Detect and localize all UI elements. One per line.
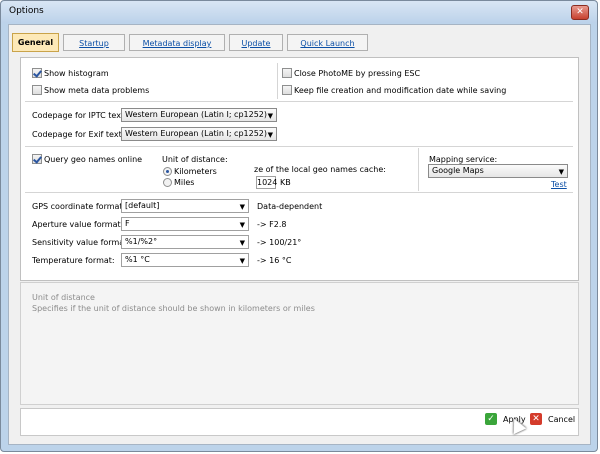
checkmark-icon: ✓ [485, 413, 497, 425]
checkbox-divider [277, 63, 278, 99]
query-geo-checkbox[interactable] [32, 154, 42, 164]
separator [25, 101, 573, 102]
show-histogram-label: Show histogram [44, 69, 109, 78]
aperture-format-value: F [125, 219, 130, 228]
iptc-codepage-label: Codepage for IPTC text: [32, 111, 127, 120]
tab-quick-launch-buttons[interactable]: Quick Launch Buttons [287, 34, 368, 65]
help-title: Unit of distance [32, 293, 95, 302]
geo-cache-unit: KB [280, 178, 291, 187]
temperature-format-value: %1 °C [125, 255, 150, 264]
miles-radio[interactable] [163, 178, 172, 187]
kilometers-radio[interactable] [163, 167, 172, 176]
iptc-codepage-select[interactable]: Western European (Latin I; cp1252) ▼ [121, 108, 277, 122]
temperature-format-select[interactable]: %1 °C ▼ [121, 253, 249, 267]
test-link[interactable]: Test [551, 180, 567, 189]
gps-format-value: [default] [125, 201, 160, 210]
tab-update-check[interactable]: Update check [229, 34, 283, 65]
mapping-service-value: Google Maps [432, 166, 484, 175]
mapping-service-label: Mapping service: [429, 155, 498, 164]
show-histogram-checkbox[interactable] [32, 68, 42, 78]
separator [25, 146, 573, 147]
miles-label: Miles [174, 178, 195, 187]
window-title: Options [9, 6, 44, 16]
aperture-format-preview: -> F2.8 [257, 220, 287, 229]
show-meta-problems-label: Show meta data problems [44, 86, 150, 95]
exif-codepage-label: Codepage for Exif text: [32, 130, 125, 139]
chevron-down-icon: ▼ [558, 168, 564, 176]
mapping-divider [418, 148, 419, 191]
tab-general[interactable]: General [12, 33, 59, 52]
unit-of-distance-label: Unit of distance: [162, 155, 228, 164]
sensitivity-format-select[interactable]: %1/%2° ▼ [121, 235, 249, 249]
keep-dates-checkbox[interactable] [282, 85, 292, 95]
chevron-down-icon: ▼ [239, 203, 245, 211]
gps-format-select[interactable]: [default] ▼ [121, 199, 249, 213]
sensitivity-format-label: Sensitivity value format: [32, 238, 130, 247]
chevron-down-icon: ▼ [267, 131, 273, 139]
chevron-down-icon: ▼ [239, 221, 245, 229]
cancel-icon: ✕ [530, 413, 542, 425]
title-bar[interactable]: Options ✕ [1, 1, 597, 23]
exif-codepage-value: Western European (Latin I; cp1252) [125, 129, 268, 138]
chevron-down-icon: ▼ [239, 257, 245, 265]
close-esc-checkbox[interactable] [282, 68, 292, 78]
chevron-down-icon: ▼ [239, 239, 245, 247]
temperature-format-preview: -> 16 °C [257, 256, 292, 265]
exif-codepage-select[interactable]: Western European (Latin I; cp1252) ▼ [121, 127, 277, 141]
separator [25, 192, 573, 193]
tab-metadata-display-settings[interactable]: Metadata display settings [129, 34, 225, 65]
aperture-format-label: Aperture value format: [32, 220, 124, 229]
chevron-down-icon: ▼ [267, 112, 273, 120]
aperture-format-select[interactable]: F ▼ [121, 217, 249, 231]
geo-cache-size-input[interactable]: 1024 [256, 176, 277, 189]
keep-dates-label: Keep file creation and modification date… [294, 86, 507, 95]
close-icon: ✕ [576, 7, 584, 17]
cancel-button[interactable]: ✕ Cancel [530, 411, 576, 429]
sensitivity-format-preview: -> 100/21° [257, 238, 302, 247]
help-panel: Unit of distance Specifies if the unit o… [20, 282, 579, 405]
temperature-format-label: Temperature format: [32, 256, 115, 265]
gps-format-label: GPS coordinate format: [32, 202, 126, 211]
cancel-label: Cancel [548, 415, 576, 424]
mapping-service-select[interactable]: Google Maps ▼ [428, 164, 568, 178]
tab-startup-settings[interactable]: Startup settings [63, 34, 125, 65]
sensitivity-format-value: %1/%2° [125, 237, 158, 246]
gps-format-preview: Data-dependent [257, 202, 323, 211]
close-esc-label: Close PhotoME by pressing ESC [294, 69, 421, 78]
query-geo-label: Query geo names online [44, 155, 143, 164]
kilometers-label: Kilometers [174, 167, 217, 176]
help-text: Specifies if the unit of distance should… [32, 304, 315, 313]
geo-cache-size-label: ze of the local geo names cache: [254, 165, 386, 174]
show-meta-problems-checkbox[interactable] [32, 85, 42, 95]
close-button[interactable]: ✕ [571, 5, 589, 20]
iptc-codepage-value: Western European (Latin I; cp1252) [125, 110, 268, 119]
